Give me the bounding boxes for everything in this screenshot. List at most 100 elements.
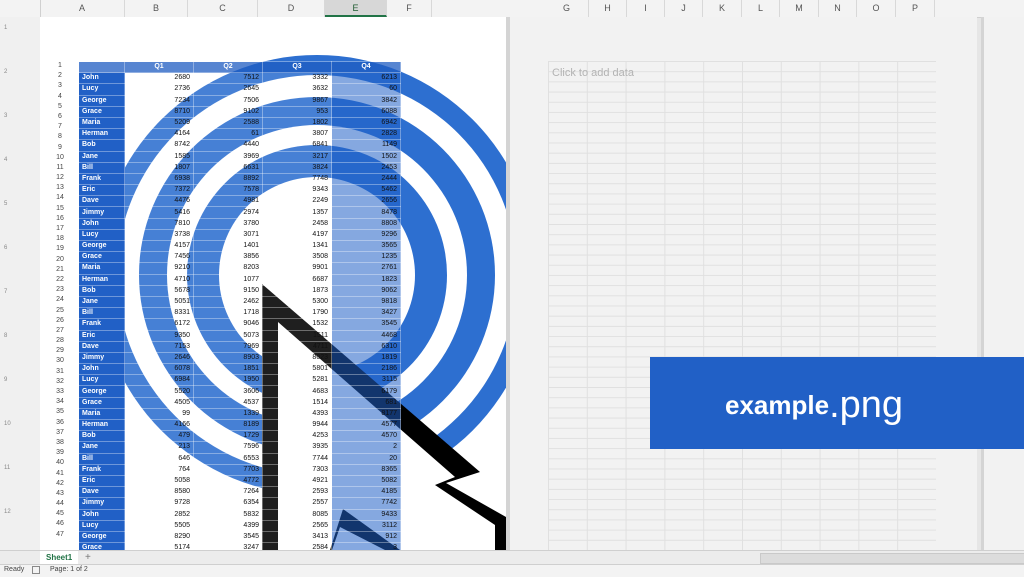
row-number[interactable]: 37 xyxy=(40,428,80,438)
name-cell[interactable]: John xyxy=(78,363,125,376)
value-cell[interactable]: 4157 xyxy=(124,239,194,253)
row-number[interactable]: 21 xyxy=(40,265,80,275)
value-cell[interactable]: 7578 xyxy=(193,184,263,197)
column-header-f[interactable]: F xyxy=(387,0,432,17)
value-cell[interactable]: 8365 xyxy=(331,463,401,476)
value-cell[interactable]: 8903 xyxy=(193,351,263,365)
value-cell[interactable]: 4772 xyxy=(193,474,263,488)
row-number[interactable]: 9 xyxy=(40,143,80,153)
value-cell[interactable]: 7596 xyxy=(193,441,263,454)
value-cell[interactable]: 1729 xyxy=(193,430,263,443)
row-number[interactable]: 12 xyxy=(40,173,80,183)
name-cell[interactable]: Bob xyxy=(78,284,125,297)
row-number[interactable]: 16 xyxy=(40,214,80,224)
row-number[interactable]: 34 xyxy=(40,397,80,407)
row-number[interactable]: 39 xyxy=(40,448,80,458)
value-cell[interactable]: 3545 xyxy=(193,530,263,544)
name-cell[interactable]: Bill xyxy=(78,452,125,465)
name-cell[interactable]: Lucy xyxy=(78,519,125,532)
value-cell[interactable]: 1401 xyxy=(193,239,263,253)
value-cell[interactable]: 6984 xyxy=(124,374,194,387)
value-cell[interactable]: 1873 xyxy=(262,284,332,297)
value-cell[interactable]: 8189 xyxy=(193,418,263,432)
row-number[interactable]: 27 xyxy=(40,326,80,336)
name-cell[interactable]: George xyxy=(78,239,125,253)
value-cell[interactable]: 9210 xyxy=(124,262,194,275)
value-cell[interactable]: 5082 xyxy=(331,474,401,488)
value-cell[interactable]: 3071 xyxy=(193,228,263,242)
row-number[interactable]: 6 xyxy=(40,112,80,122)
value-cell[interactable]: 8331 xyxy=(124,307,194,320)
value-cell[interactable]: 4164 xyxy=(124,128,194,141)
value-cell[interactable]: 6841 xyxy=(262,139,332,152)
value-cell[interactable]: 2453 xyxy=(331,161,401,174)
value-cell[interactable]: 8203 xyxy=(193,262,263,275)
row-number[interactable]: 1 xyxy=(40,61,80,71)
name-cell[interactable]: Bill xyxy=(78,307,125,320)
row-number[interactable]: 25 xyxy=(40,306,80,316)
value-cell[interactable]: 9433 xyxy=(331,508,401,521)
value-cell[interactable]: 8892 xyxy=(193,172,263,186)
value-cell[interactable]: 3332 xyxy=(262,72,332,85)
name-cell[interactable]: George xyxy=(78,94,125,107)
value-cell[interactable]: 4570 xyxy=(331,430,401,443)
value-cell[interactable]: 3780 xyxy=(193,217,263,230)
value-cell[interactable]: 764 xyxy=(124,463,194,476)
value-cell[interactable]: 646 xyxy=(124,452,194,465)
value-cell[interactable]: 3217 xyxy=(262,150,332,163)
column-header-p[interactable]: P xyxy=(896,0,935,17)
value-cell[interactable]: 2656 xyxy=(331,195,401,208)
value-cell[interactable]: 5058 xyxy=(124,474,194,488)
value-cell[interactable]: 7456 xyxy=(124,251,194,264)
value-cell[interactable]: 6088 xyxy=(331,105,401,118)
value-cell[interactable]: 9818 xyxy=(331,295,401,309)
add-sheet-icon[interactable]: + xyxy=(85,551,91,564)
row-number[interactable]: 2 xyxy=(40,71,80,81)
value-cell[interactable]: 9296 xyxy=(331,228,401,242)
value-cell[interactable]: 4393 xyxy=(262,407,332,421)
column-header-o[interactable]: O xyxy=(857,0,896,17)
value-cell[interactable]: 2186 xyxy=(331,363,401,376)
value-cell[interactable]: 9150 xyxy=(193,284,263,297)
value-cell[interactable]: 3807 xyxy=(262,128,332,141)
value-cell[interactable]: 2462 xyxy=(193,295,263,309)
name-cell[interactable]: Grace xyxy=(78,251,125,264)
row-number[interactable]: 10 xyxy=(40,153,80,163)
value-cell[interactable]: 9901 xyxy=(262,262,332,275)
value-cell[interactable]: 7810 xyxy=(124,217,194,230)
value-cell[interactable]: 2458 xyxy=(262,217,332,230)
row-number[interactable]: 46 xyxy=(40,519,80,529)
value-cell[interactable]: 912 xyxy=(331,530,401,544)
value-cell[interactable]: 3545 xyxy=(331,318,401,331)
value-cell[interactable]: 1819 xyxy=(331,351,401,365)
value-cell[interactable]: 9867 xyxy=(262,94,332,107)
value-cell[interactable]: 2680 xyxy=(124,72,194,85)
column-header-d[interactable]: D xyxy=(258,0,325,17)
value-cell[interactable]: 6172 xyxy=(124,318,194,331)
row-number[interactable]: 5 xyxy=(40,102,80,112)
value-cell[interactable]: 3738 xyxy=(124,228,194,242)
value-cell[interactable]: 4253 xyxy=(262,430,332,443)
value-cell[interactable]: 3935 xyxy=(262,441,332,454)
value-cell[interactable]: 60 xyxy=(331,83,401,96)
name-cell[interactable]: Jane xyxy=(78,441,125,454)
row-number[interactable]: 14 xyxy=(40,193,80,203)
column-header-a[interactable]: A xyxy=(40,0,125,17)
value-cell[interactable]: 4476 xyxy=(124,195,194,208)
value-cell[interactable]: 2646 xyxy=(124,351,194,365)
value-cell[interactable]: 4468 xyxy=(331,329,401,342)
row-number[interactable]: 38 xyxy=(40,438,80,448)
value-cell[interactable]: 3413 xyxy=(262,530,332,544)
value-cell[interactable]: 6179 xyxy=(331,385,401,398)
value-cell[interactable]: 1339 xyxy=(193,407,263,421)
value-cell[interactable]: 8290 xyxy=(124,530,194,544)
value-cell[interactable]: 3427 xyxy=(331,307,401,320)
value-cell[interactable]: 1585 xyxy=(124,150,194,163)
value-cell[interactable]: 5300 xyxy=(262,295,332,309)
value-cell[interactable]: 2593 xyxy=(262,486,332,499)
value-cell[interactable]: 2645 xyxy=(193,83,263,96)
row-number[interactable]: 11 xyxy=(40,163,80,173)
value-cell[interactable]: 1718 xyxy=(193,307,263,320)
value-cell[interactable]: 7303 xyxy=(262,463,332,476)
value-cell[interactable]: 9944 xyxy=(262,418,332,432)
